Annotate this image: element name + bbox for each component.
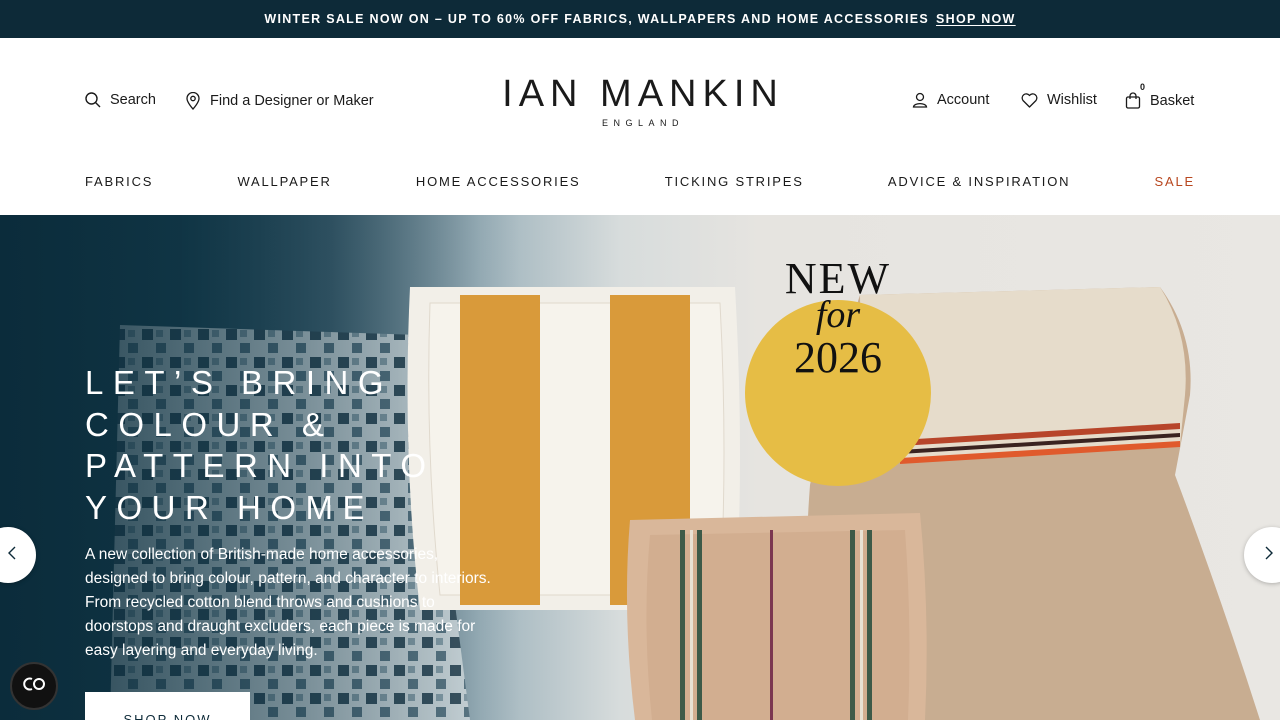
logo-subtitle: ENGLAND [601,118,684,128]
chevron-left-icon [8,546,16,565]
hero-description-line: easy layering and everyday living. [85,642,318,659]
hero-heading-line: COLOUR & [85,405,334,443]
hero-description-line: From recycled cotton blend throws and cu… [85,594,435,611]
hero-heading: LET’S BRING COLOUR & PATTERN INTO YOUR H… [85,362,545,528]
wishlist-link[interactable]: Wishlist [1021,92,1097,108]
badge-line-3: 2026 [794,333,882,382]
nav-ticking-stripes[interactable]: TICKING STRIPES [665,174,804,189]
hero-description: A new collection of British-made home ac… [85,543,535,663]
nav-sale[interactable]: SALE [1155,174,1195,189]
hero-heading-line: LET’S BRING [85,364,394,401]
promo-shop-now-link[interactable]: SHOP NOW [936,12,1016,26]
hero-heading-line: PATTERN INTO [85,447,436,484]
basket-count: 0 [1140,82,1146,92]
promo-bar: WINTER SALE NOW ON – UP TO 60% OFF FABRI… [0,0,1280,38]
wishlist-label: Wishlist [1047,92,1097,108]
account-label: Account [937,92,990,108]
site-header: Search Find a Designer or Maker IAN MANK… [0,38,1280,215]
promo-text: WINTER SALE NOW ON – UP TO 60% OFF FABRI… [264,12,930,26]
chevron-right-icon [1265,546,1273,565]
basket-label: Basket [1150,92,1195,109]
nav-advice-inspiration[interactable]: ADVICE & INSPIRATION [888,174,1070,189]
nav-home-accessories[interactable]: HOME ACCESSORIES [416,174,581,189]
hero-description-line: A new collection of British-made home ac… [85,546,439,563]
hero-description-line: doorstops and draught excluders, each pi… [85,618,476,635]
user-icon [912,92,937,108]
nav-fabrics[interactable]: FABRICS [85,174,153,189]
cookie-settings-icon [21,676,47,697]
account-link[interactable]: Account [912,92,989,108]
main-nav: FABRICS WALLPAPER HOME ACCESSORIES TICKI… [85,173,1195,189]
hero-banner: NEW for 2026 LET’S BRING COLOUR & PATTER… [0,215,1280,720]
heart-icon [1021,92,1047,108]
shopping-bag-icon: 0 [1125,82,1150,109]
basket-link[interactable]: 0 Basket [1125,82,1195,109]
hero-description-line: designed to bring colour, pattern, and c… [85,570,491,587]
hero-heading-line: YOUR HOME [85,488,375,526]
badge-line-2: for [815,294,861,336]
cookie-settings-button[interactable] [10,662,58,710]
hero-shop-now-button[interactable]: SHOP NOW [85,692,250,720]
nav-wallpaper[interactable]: WALLPAPER [237,174,331,189]
